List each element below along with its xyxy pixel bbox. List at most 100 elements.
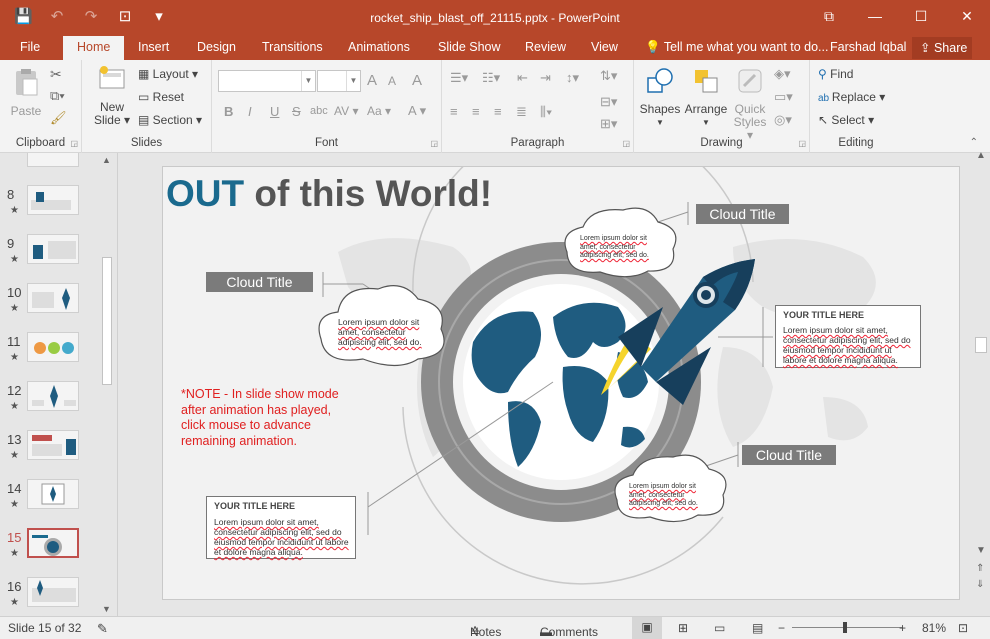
cut-icon[interactable]: ✂ (50, 66, 62, 83)
zoom-out-button[interactable]: − (778, 621, 785, 635)
slide-thumbnail[interactable]: 14 ★ (0, 479, 100, 523)
shape-effects-icon[interactable]: ◎▾ (774, 112, 792, 128)
slide-thumbnail[interactable]: 10 ★ (0, 283, 100, 327)
slide-sorter-icon[interactable]: ⊞ (678, 621, 688, 635)
tab-transitions[interactable]: Transitions (262, 40, 323, 54)
smartart-icon[interactable]: ⊞▾ (600, 116, 617, 132)
zoom-level[interactable]: 81% (922, 621, 946, 635)
slide-canvas[interactable]: OUT of this World! Cloud Title Cloud Tit… (162, 166, 960, 600)
scrollbar-thumb[interactable] (102, 257, 112, 385)
cloud-title-bottom[interactable]: Cloud Title (742, 445, 836, 465)
tab-home[interactable]: Home (63, 36, 125, 60)
select-button[interactable]: ↖ Select ▾ (818, 113, 874, 127)
user-name[interactable]: Farshad Iqbal (830, 40, 906, 54)
zoom-in-button[interactable]: + (899, 621, 906, 635)
spelling-check-icon[interactable]: ✎ (97, 621, 108, 637)
slideshow-view-icon[interactable]: ▤ (752, 621, 763, 635)
new-slide-button[interactable]: New Slide ▾ (90, 64, 134, 127)
scroll-up-icon[interactable]: ▲ (102, 155, 111, 165)
slide-thumbnail[interactable] (0, 153, 100, 181)
grow-font-button[interactable]: A (367, 72, 377, 89)
shape-fill-icon[interactable]: ◈▾ (774, 66, 791, 82)
thumbnails-scrollbar[interactable]: ▲ ▼ (100, 153, 114, 616)
bullets-icon[interactable]: ☰▾ (450, 70, 468, 86)
align-center-icon[interactable]: ≡ (472, 104, 480, 119)
slide-thumbnail[interactable]: 9 ★ (0, 234, 100, 278)
tab-design[interactable]: Design (197, 40, 236, 54)
change-case-button[interactable]: Aa ▾ (367, 104, 391, 118)
zoom-slider-handle[interactable] (843, 622, 847, 633)
reset-button[interactable]: ▭ Reset (138, 90, 184, 104)
scroll-down-icon[interactable]: ▼ (102, 604, 111, 614)
share-button[interactable]: ⇪ Share (912, 37, 972, 59)
fit-slide-icon[interactable]: ⊡ (958, 621, 968, 635)
font-color-button[interactable]: A ▾ (408, 103, 426, 119)
shadow-button[interactable]: abc (310, 105, 328, 117)
cloud-title-left[interactable]: Cloud Title (206, 272, 313, 292)
underline-button[interactable]: U (270, 104, 279, 119)
arrange-button[interactable]: Arrange ▼ (684, 66, 728, 129)
text-direction-icon[interactable]: ⇅▾ (600, 68, 617, 84)
numbering-icon[interactable]: ☷▾ (482, 70, 500, 86)
zoom-slider[interactable] (792, 627, 902, 628)
normal-view-icon[interactable]: ▣ (632, 617, 662, 639)
align-left-icon[interactable]: ≡ (450, 104, 458, 119)
tab-animations[interactable]: Animations (348, 40, 410, 54)
cloud-title-top[interactable]: Cloud Title (696, 204, 789, 224)
shrink-font-button[interactable]: A (388, 74, 396, 88)
font-launcher-icon[interactable]: ◲ (430, 139, 438, 148)
maximize-button[interactable]: ☐ (898, 0, 944, 32)
paste-button[interactable]: Paste (8, 66, 44, 118)
slide-counter[interactable]: Slide 15 of 32 (8, 621, 81, 635)
scroll-down-icon[interactable]: ▼ (976, 545, 986, 556)
section-button[interactable]: ▤ Section ▾ (138, 113, 202, 127)
replace-button[interactable]: ab Replace ▾ (818, 90, 885, 104)
layout-button[interactable]: ▦ Layout ▾ (138, 67, 198, 81)
cloud-text-bottom[interactable]: Lorem ipsum dolor sit amet, consectetur … (629, 483, 714, 509)
cloud-text-top[interactable]: Lorem ipsum dolor sit amet, consectetur … (580, 235, 665, 261)
scrollbar-thumb[interactable] (975, 337, 987, 353)
animation-note[interactable]: *NOTE - In slide show mode after animati… (181, 387, 353, 449)
tab-view[interactable]: View (591, 40, 618, 54)
close-button[interactable]: ✕ (944, 0, 990, 32)
bold-button[interactable]: B (224, 104, 233, 119)
cloud-text-left[interactable]: Lorem ipsum dolor sit amet, consectetur … (338, 317, 433, 347)
font-name-combo[interactable]: ▼ (218, 70, 316, 92)
character-spacing-button[interactable]: AV ▾ (334, 104, 358, 118)
reading-view-icon[interactable]: ▭ (714, 621, 725, 635)
format-painter-icon[interactable]: 🖌 (50, 110, 67, 126)
copy-icon[interactable]: ⧉▾ (50, 88, 65, 104)
align-text-icon[interactable]: ⊟▾ (600, 94, 617, 110)
previous-slide-icon[interactable]: ⇑ (976, 563, 984, 574)
slide-scrollbar[interactable]: ▲ ▼ ⇑ ⇓ (972, 150, 990, 616)
scroll-up-icon[interactable]: ▲ (976, 150, 986, 161)
find-button[interactable]: ⚲ Find (818, 67, 853, 81)
slide-thumbnail[interactable]: 11 ★ (0, 332, 100, 376)
ribbon-display-options-icon[interactable]: ⧉ (806, 0, 852, 32)
shapes-button[interactable]: Shapes ▼ (638, 66, 682, 129)
increase-indent-icon[interactable]: ⇥ (540, 70, 551, 86)
line-spacing-icon[interactable]: ↕▾ (566, 70, 579, 86)
tell-me-search[interactable]: 💡 Tell me what you want to do... (645, 40, 828, 55)
clipboard-launcher-icon[interactable]: ◲ (70, 139, 78, 148)
clear-formatting-button[interactable]: A (412, 72, 422, 89)
tab-slide-show[interactable]: Slide Show (438, 40, 501, 54)
slide-thumbnail[interactable]: 8 ★ (0, 185, 100, 229)
collapse-ribbon-icon[interactable]: ⌃ (970, 137, 978, 148)
slide-thumbnail[interactable]: 12 ★ (0, 381, 100, 425)
slide-title[interactable]: OUT of this World! (166, 173, 492, 215)
tab-insert[interactable]: Insert (138, 40, 169, 54)
font-size-combo[interactable]: ▼ (317, 70, 361, 92)
align-right-icon[interactable]: ≡ (494, 104, 502, 119)
slide-thumbnail-selected[interactable]: 15 ★ (0, 528, 100, 572)
slide-thumbnail[interactable]: 16 ★ (0, 577, 100, 616)
slide-thumbnail[interactable]: 13 ★ (0, 430, 100, 474)
text-box-right[interactable]: YOUR TITLE HERE Lorem ipsum dolor sit am… (775, 305, 921, 368)
paragraph-launcher-icon[interactable]: ◲ (622, 139, 630, 148)
columns-icon[interactable]: ⫼▾ (540, 104, 552, 120)
tab-file[interactable]: File (20, 40, 40, 54)
italic-button[interactable]: I (248, 104, 252, 119)
quick-styles-button[interactable]: Quick Styles ▾ (730, 66, 770, 142)
shape-outline-icon[interactable]: ▭▾ (774, 89, 793, 105)
tab-review[interactable]: Review (525, 40, 566, 54)
